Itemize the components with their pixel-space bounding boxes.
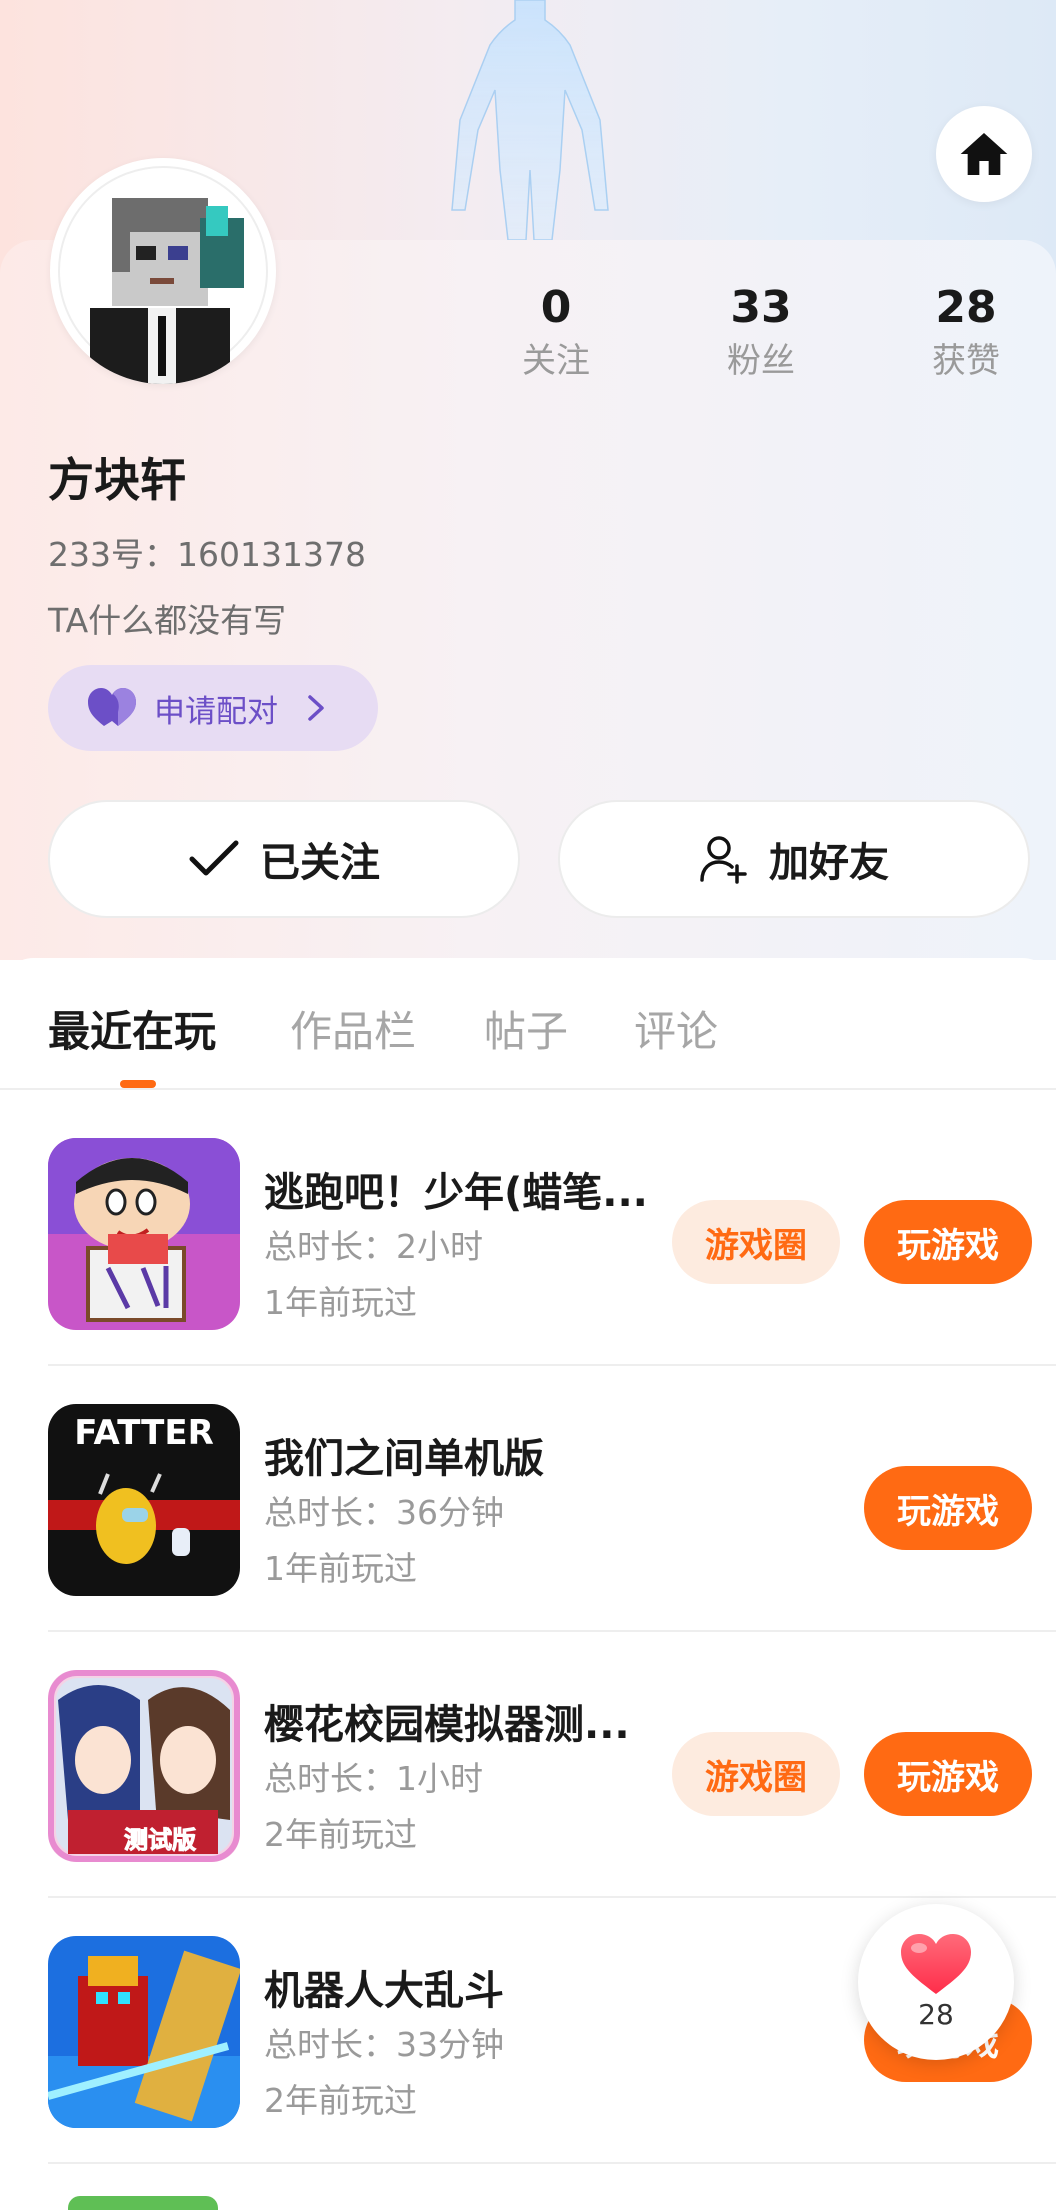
profile-id: 233号：160131378 [48, 535, 366, 574]
hologram-figure-decoration [451, 0, 609, 240]
floating-like-count: 28 [918, 1997, 954, 2031]
play-game-button[interactable]: 玩游戏 [864, 1732, 1032, 1816]
stat-following-label: 关注 [522, 341, 590, 381]
game-last-played: 2年前玩过 [264, 2081, 417, 2120]
profile-bio: TA什么都没有写 [48, 601, 287, 640]
game-row[interactable]: FATTER 我们之间单机版 总时长：36分钟 1年前玩过 玩游戏 [0, 1366, 1056, 1632]
add-friend-button[interactable]: 加好友 [558, 800, 1030, 918]
stat-following[interactable]: 0 关注 [486, 280, 626, 386]
game-duration: 总时长：36分钟 [264, 1493, 504, 1532]
chevron-right-icon [308, 695, 324, 721]
avatar[interactable] [50, 158, 276, 384]
tab-posts[interactable]: 帖子 [484, 998, 568, 1059]
play-game-button[interactable]: 玩游戏 [864, 1200, 1032, 1284]
game-icon: FATTER [48, 1404, 240, 1596]
heart-pair-icon [88, 688, 136, 726]
followed-button[interactable]: 已关注 [48, 800, 520, 918]
stat-fans-label: 粉丝 [727, 341, 795, 381]
play-game-button[interactable]: 玩游戏 [864, 1466, 1032, 1550]
game-row[interactable]: 逃跑吧！少年(蜡笔... 总时长：2小时 1年前玩过 游戏圈 玩游戏 [0, 1100, 1056, 1366]
tab-comments[interactable]: 评论 [634, 998, 718, 1059]
game-icon [48, 1936, 240, 2128]
game-duration: 总时长：2小时 [264, 1227, 483, 1266]
game-last-played: 2年前玩过 [264, 1815, 417, 1854]
tab-works[interactable]: 作品栏 [290, 998, 416, 1059]
game-title: 逃跑吧！少年(蜡笔... [264, 1170, 648, 1216]
game-circle-button[interactable]: 游戏圈 [672, 1200, 840, 1284]
game-circle-button[interactable]: 游戏圈 [672, 1732, 840, 1816]
check-icon [189, 840, 239, 876]
tab-recently-played[interactable]: 最近在玩 [48, 998, 216, 1059]
followed-label: 已关注 [260, 840, 380, 886]
stat-likes-label: 获赞 [932, 341, 1000, 381]
stat-fans-value: 33 [730, 282, 792, 333]
game-duration: 总时长：33分钟 [264, 2025, 504, 2064]
row-divider [48, 2162, 1056, 2164]
game-title: 机器人大乱斗 [264, 1968, 504, 2014]
game-title: 樱花校园模拟器测... [264, 1702, 630, 1748]
game-row[interactable]: 测试版 樱花校园模拟器测... 总时长：1小时 2年前玩过 游戏圈 玩游戏 [0, 1632, 1056, 1898]
game-icon [48, 1138, 240, 1330]
floating-like-button[interactable]: 28 [858, 1904, 1014, 2060]
stat-likes-value: 28 [935, 282, 997, 333]
add-user-icon [700, 836, 747, 884]
request-pair-button[interactable]: 申请配对 [48, 665, 378, 751]
game-icon: 测试版 [48, 1670, 240, 1862]
home-icon [960, 133, 1008, 175]
game-title: 我们之间单机版 [264, 1436, 544, 1482]
request-pair-label: 申请配对 [154, 693, 278, 730]
next-game-icon-peek [68, 2196, 218, 2210]
profile-tabs: 最近在玩 作品栏 帖子 评论 [0, 958, 1056, 1090]
game-last-played: 1年前玩过 [264, 1549, 417, 1588]
profile-name: 方块轩 [48, 453, 186, 507]
heart-icon [901, 1933, 971, 1994]
stat-fans[interactable]: 33 粉丝 [691, 280, 831, 386]
game-icon-badge: 测试版 [124, 1826, 196, 1854]
game-icon-text: FATTER [74, 1413, 214, 1453]
stat-following-value: 0 [540, 282, 572, 333]
game-duration: 总时长：1小时 [264, 1759, 483, 1798]
stat-likes[interactable]: 28 获赞 [896, 280, 1036, 386]
add-friend-label: 加好友 [769, 840, 889, 886]
tab-active-indicator [120, 1080, 156, 1088]
home-button[interactable] [936, 106, 1032, 202]
game-last-played: 1年前玩过 [264, 1283, 417, 1322]
avatar-image [58, 166, 268, 384]
